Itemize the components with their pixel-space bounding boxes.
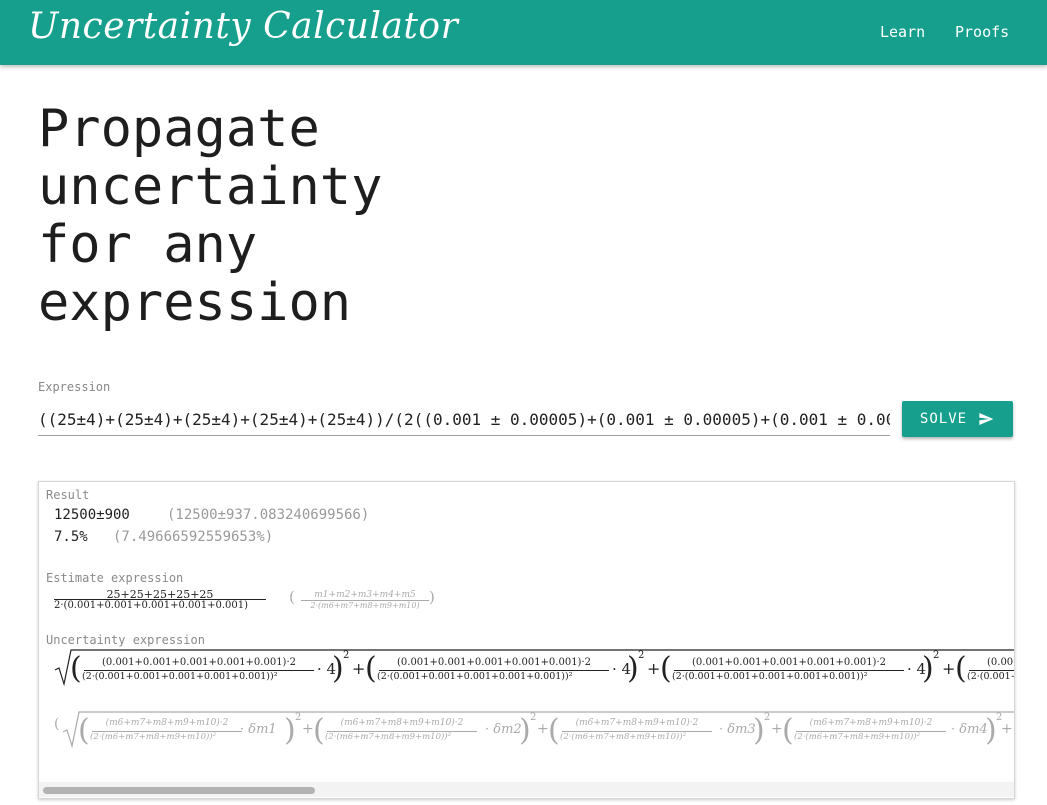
plus-sign: + — [1001, 721, 1013, 737]
paren: ( — [70, 651, 82, 686]
plus-sign: + — [302, 721, 314, 737]
sym-term-numerator: (m6+m7+m8+m9+m10)·2 — [105, 718, 229, 728]
sym-term-denominator: (2·(m6+m7+m8+m9+m10))² — [560, 732, 687, 742]
sym-factor: · δm2 — [485, 722, 522, 737]
term-numerator: (0.001+0.001+0.001+0.001+0.001)·2 — [692, 657, 886, 668]
exponent: 2 — [638, 650, 645, 661]
sym-term-numerator: (m6+m7+m8+m9+m10)·2 — [340, 718, 464, 728]
term-numerator: (0.001+0.001+0.001+0.001+0.001)·2 — [102, 657, 296, 668]
paren: ( — [660, 651, 672, 686]
plus-sign: + — [537, 721, 549, 737]
plus-sign: + — [647, 659, 661, 678]
top-app-bar: Uncertainty Calculator Learn Proofs — [0, 0, 1047, 65]
exponent: 2 — [295, 712, 302, 723]
paren: ) — [985, 713, 997, 748]
open-paren: ( — [54, 716, 60, 732]
exponent: 2 — [343, 650, 350, 661]
result-panel: Result 12500±900 (12500±937.083240699566… — [38, 481, 1015, 799]
sym-factor: · δm4 — [951, 722, 988, 737]
paren: ) — [332, 651, 344, 686]
paren: ) — [922, 651, 934, 686]
expression-input[interactable] — [38, 403, 890, 436]
result-value: 12500±900 — [54, 507, 130, 523]
result-value-exact: (12500±937.083240699566) — [167, 507, 370, 523]
sym-term-denominator: (2·(m6+m7+m8+m9+m10))² — [325, 732, 452, 742]
close-paren: ) — [429, 588, 435, 606]
paren: ) — [627, 651, 639, 686]
solve-button[interactable]: SOLVE — [902, 401, 1013, 437]
exponent: 2 — [933, 650, 940, 661]
title-line: expression — [38, 273, 352, 333]
nav-proofs-link[interactable]: Proofs — [955, 23, 1009, 41]
paren: ( — [365, 651, 377, 686]
result-percent: 7.5% — [54, 529, 88, 545]
nav-learn-link[interactable]: Learn — [880, 23, 925, 41]
estimate-label: Estimate expression — [46, 571, 184, 585]
term-numerator: (0.001+0.001+0.001+0.001+0.001)·2 — [987, 657, 1014, 668]
sym-factor: · δm3 — [719, 722, 756, 737]
open-paren: ( — [289, 588, 295, 606]
plus-sign: + — [771, 721, 783, 737]
expression-label: Expression — [38, 380, 111, 394]
sym-term-numerator: (m6+m7+m8+m9+m10)·2 — [809, 718, 933, 728]
term-denominator: (2·(0.001+0.001+0.001+0.001+0.001))² — [672, 671, 868, 682]
paren: ( — [313, 713, 325, 748]
paren: ( — [782, 713, 794, 748]
scrollbar-thumb[interactable] — [43, 787, 315, 794]
page-title: Propagate uncertainty for any expression — [38, 100, 458, 332]
title-line: Propagate — [38, 99, 320, 159]
term-numerator: (0.001+0.001+0.001+0.001+0.001)·2 — [397, 657, 591, 668]
result-label: Result — [46, 488, 90, 502]
paren: ) — [519, 713, 531, 748]
estimate-denominator: 2·(0.001+0.001+0.001+0.001+0.001) — [54, 600, 248, 611]
exponent: 2 — [764, 712, 771, 723]
sym-term-denominator: (2·(m6+m7+m8+m9+m10))² — [90, 732, 217, 742]
sym-term-numerator: (m6+m7+m8+m9+m10)·2 — [575, 718, 699, 728]
paren: ) — [753, 713, 765, 748]
estimate-sym-numerator: m1+m2+m3+m4+m5 — [314, 590, 416, 600]
sqrt-sign — [54, 649, 1014, 687]
plus-sign: + — [942, 659, 956, 678]
uncertainty-label: Uncertainty expression — [46, 633, 205, 647]
result-percent-exact: (7.49666592559653%) — [113, 529, 274, 545]
term-denominator: (2·(0.001+0.001+0.001+0.001+0.001))² — [82, 671, 278, 682]
send-icon — [979, 413, 994, 425]
estimate-sym-denominator: 2·(m6+m7+m8+m9+m10) — [310, 601, 420, 610]
paren: ) — [284, 713, 296, 748]
exponent: 2 — [530, 712, 537, 723]
title-line: uncertainty — [38, 157, 383, 217]
app-brand-title[interactable]: Uncertainty Calculator — [28, 6, 458, 47]
sym-term-denominator: (2·(m6+m7+m8+m9+m10))² — [794, 732, 921, 742]
solve-button-label: SOLVE — [919, 411, 968, 427]
plus-sign: + — [352, 659, 366, 678]
term-denominator: (2·(0.001+0.001+0.001+0.001+0.001))² — [377, 671, 573, 682]
title-line: for any — [38, 215, 258, 275]
paren: ( — [955, 651, 967, 686]
term-denominator: (2·(0.001+0.001+0.001+0.001+0.001))² — [967, 671, 1014, 682]
paren: ( — [548, 713, 560, 748]
sym-factor: · δm1 — [240, 722, 277, 737]
paren: ( — [78, 713, 90, 748]
